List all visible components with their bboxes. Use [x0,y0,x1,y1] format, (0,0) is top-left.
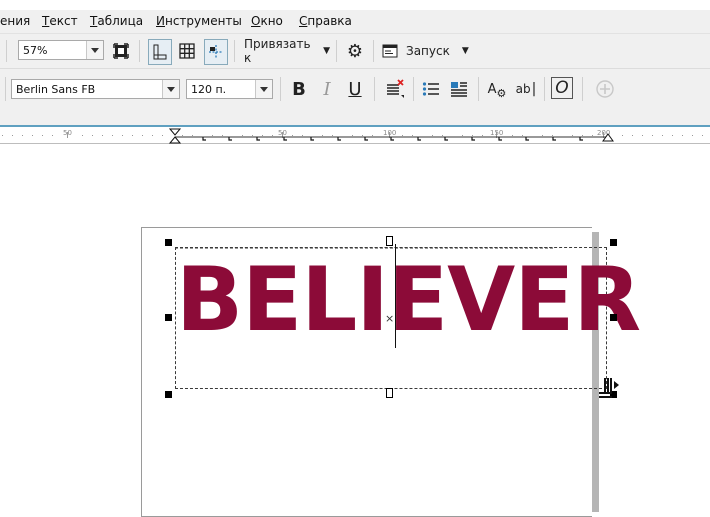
grid-icon [179,43,195,59]
selection-handle-bottom-left[interactable] [165,391,172,398]
toolbar-divider [5,77,6,101]
drop-cap-icon [451,82,467,97]
menu-tools[interactable]: Инструменты [156,14,242,28]
menu-text[interactable]: Текст [42,14,78,28]
ruler-icon [153,44,167,60]
chevron-down-icon: ▼ [461,46,469,56]
toolbar-divider [374,77,375,101]
toolbar-spacer [0,108,710,125]
selection-handle-top-center[interactable] [386,236,393,246]
column-spacing-handle-icon[interactable] [596,377,622,401]
font-size-select[interactable]: 120 п. [186,79,273,99]
toolbar-divider [6,40,7,62]
ruler-label: 100 [383,129,397,137]
show-rulers-button[interactable] [148,39,172,65]
opentype-button[interactable]: O [551,77,573,99]
chevron-down-icon[interactable] [162,80,179,98]
drop-cap-button[interactable] [448,78,470,100]
toolbar-divider [413,77,414,101]
character-formatting-label: A [487,81,497,97]
toolbar-divider [373,40,374,62]
text-cursor [395,244,396,348]
edit-text-label: ab [515,82,531,96]
menu-table[interactable]: Таблица [90,14,143,28]
selection-handle-top-right[interactable] [610,239,617,246]
horizontal-ruler[interactable]: 50 50 100 150 200 [0,125,710,144]
toolbar-divider [280,77,281,101]
align-none-icon [387,79,404,98]
options-button[interactable]: ⚙ [344,40,366,62]
show-grid-button[interactable] [176,40,198,62]
add-toolbar-item-button[interactable] [594,78,616,100]
font-family-select[interactable]: Berlin Sans FB [11,79,180,99]
text-cursor-icon: | [531,81,537,97]
toolbar-divider [234,40,235,62]
bullet-list-icon [422,82,439,96]
ruler-label: 50 [63,129,72,137]
text-alignment-button[interactable] [383,78,407,100]
character-formatting-button[interactable]: A ⚙ [486,78,508,100]
standard-toolbar: 57% Привязать к ▼ ⚙ Запуск ▼ [0,33,710,68]
zoom-to-page-button[interactable] [110,40,132,62]
show-guidelines-button[interactable] [204,39,228,65]
property-bar: Berlin Sans FB 120 п. B I U A ⚙ ab | O [0,68,710,109]
bullet-list-button[interactable] [420,78,442,100]
zoom-level-select[interactable]: 57% [18,40,104,60]
toolbar-divider [478,77,479,101]
selection-handle-top-left[interactable] [165,239,172,246]
toolbar-divider [139,40,140,62]
launch-label: Запуск [406,44,450,58]
selection-handle-middle-left[interactable] [165,314,172,321]
plus-circle-icon [596,80,614,98]
ruler-label: 50 [278,129,287,137]
zoom-level-value: 57% [23,44,48,57]
guidelines-icon [209,45,223,59]
toolbar-divider [582,77,583,101]
gear-icon: ⚙ [346,40,364,62]
toolbar-divider [336,40,337,62]
app-launcher-icon [382,44,398,58]
font-size-value: 120 п. [191,83,227,96]
edit-text-button[interactable]: ab | [514,78,538,100]
menu-bar: ения Текст Таблица Инструменты Окно Спра… [0,10,710,33]
font-family-value: Berlin Sans FB [16,83,96,96]
snap-to-dropdown[interactable]: Привязать к ▼ [244,37,330,65]
center-x-icon: × [385,312,395,325]
chevron-down-icon: ▼ [323,46,330,56]
right-indent-marker-icon[interactable] [602,133,614,143]
bold-button[interactable]: B [288,78,310,100]
chevron-down-icon[interactable] [255,80,272,98]
selection-handle-bottom-center[interactable] [386,388,393,398]
zoom-fit-icon [113,43,129,59]
menu-help[interactable]: Справка [299,14,352,28]
menu-window[interactable]: Окно [251,14,283,28]
left-indent-marker-icon[interactable] [169,128,181,144]
italic-button[interactable]: I [316,78,338,100]
menu-view[interactable]: ения [0,14,30,28]
launch-dropdown[interactable]: Запуск ▼ [382,40,470,62]
chevron-down-icon[interactable] [86,41,103,59]
artistic-text[interactable]: BELIEVER [176,242,641,358]
snap-to-label: Привязать к [244,37,311,65]
ruler-label: 150 [490,129,504,137]
gear-icon: ⚙ [496,86,507,100]
selection-handle-middle-right[interactable] [610,314,617,321]
toolbar-divider [544,77,545,101]
underline-button[interactable]: U [344,78,366,100]
